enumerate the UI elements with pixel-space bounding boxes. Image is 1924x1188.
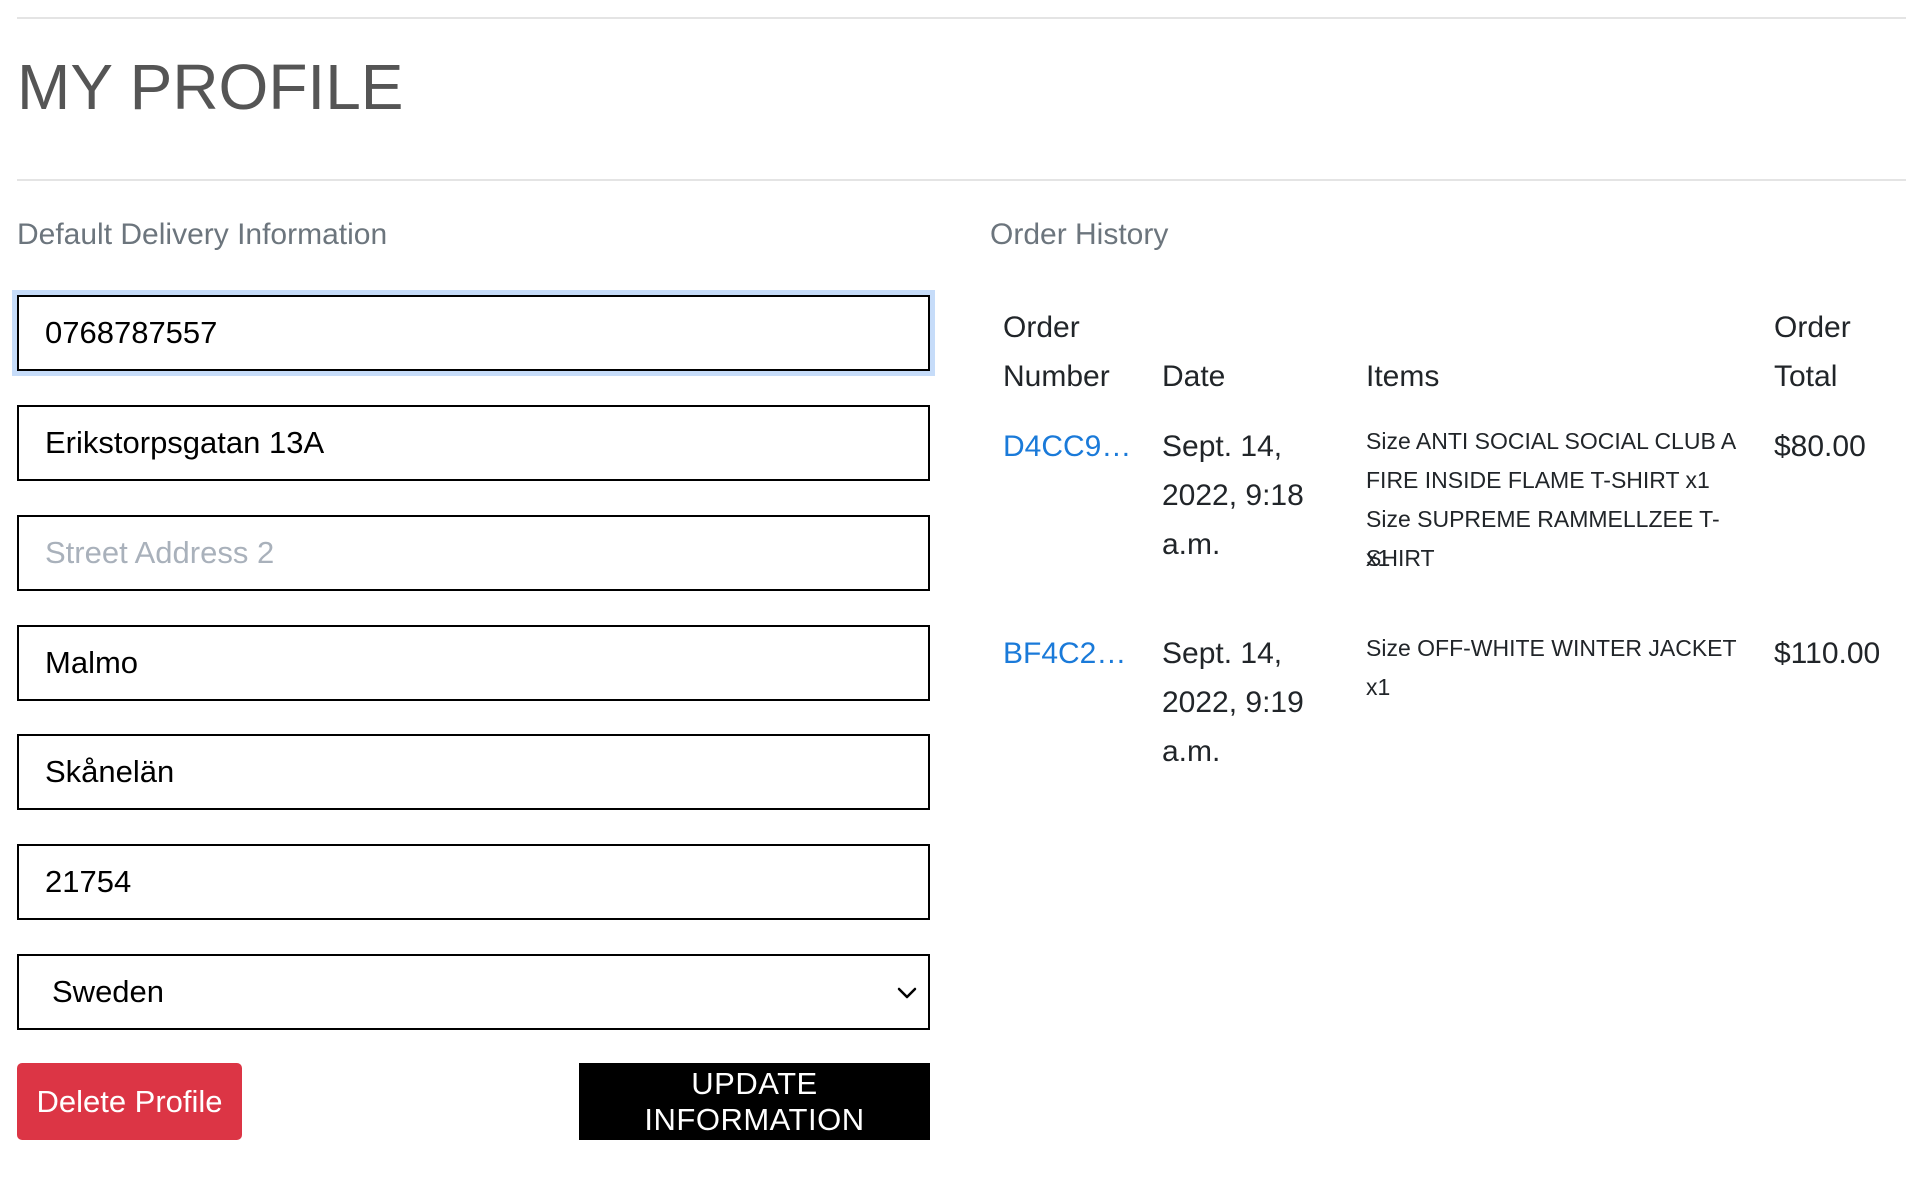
delivery-heading: Default Delivery Information [17, 218, 388, 251]
county-field[interactable] [17, 734, 930, 810]
order-item-line: Size ANTI SOCIAL SOCIAL CLUB A [1366, 428, 1737, 454]
page-title: MY PROFILE [17, 51, 404, 123]
order-date-line2: 2022, 9:18 [1162, 479, 1304, 512]
order-date-line3: a.m. [1162, 735, 1221, 768]
update-information-button[interactable]: UPDATE INFORMATION [579, 1063, 930, 1140]
order-date-line2: 2022, 9:19 [1162, 686, 1304, 719]
order-item-line: Size OFF-WHITE WINTER JACKET x1 [1366, 635, 1737, 700]
order-total: $80.00 [1774, 430, 1866, 463]
title-divider [17, 179, 1906, 181]
column-header-order-total-line1: Order [1774, 311, 1851, 344]
top-divider [17, 17, 1906, 19]
chevron-down-icon [897, 987, 917, 999]
order-date-line3: a.m. [1162, 528, 1221, 561]
column-header-order-number-line1: Order [1003, 311, 1080, 344]
delete-profile-button[interactable]: Delete Profile [17, 1063, 242, 1140]
order-number-link[interactable]: BF4C2… [1003, 629, 1126, 678]
order-item-line: x1 [1366, 545, 1391, 571]
postcode-field[interactable] [17, 844, 930, 920]
country-select-value: Sweden [52, 974, 165, 1009]
order-number-link[interactable]: D4CC9… [1003, 422, 1131, 471]
street-address-1-field[interactable] [17, 405, 930, 481]
town-city-field[interactable] [17, 625, 930, 701]
order-history-heading: Order History [990, 218, 1169, 251]
column-header-items: Items [1366, 360, 1440, 393]
order-item-line: FIRE INSIDE FLAME T-SHIRT x1 [1366, 467, 1710, 493]
order-total: $110.00 [1774, 637, 1881, 670]
order-date-line1: Sept. 14, [1162, 637, 1283, 670]
column-header-date: Date [1162, 360, 1226, 393]
country-select[interactable]: Sweden [17, 954, 930, 1030]
column-header-order-total-line2: Total [1774, 360, 1838, 393]
order-date-line1: Sept. 14, [1162, 430, 1283, 463]
street-address-2-field[interactable] [17, 515, 930, 591]
phone-field[interactable] [17, 295, 930, 371]
column-header-order-number-line2: Number [1003, 360, 1110, 393]
profile-page: MY PROFILE Default Delivery Information … [0, 0, 1924, 1188]
